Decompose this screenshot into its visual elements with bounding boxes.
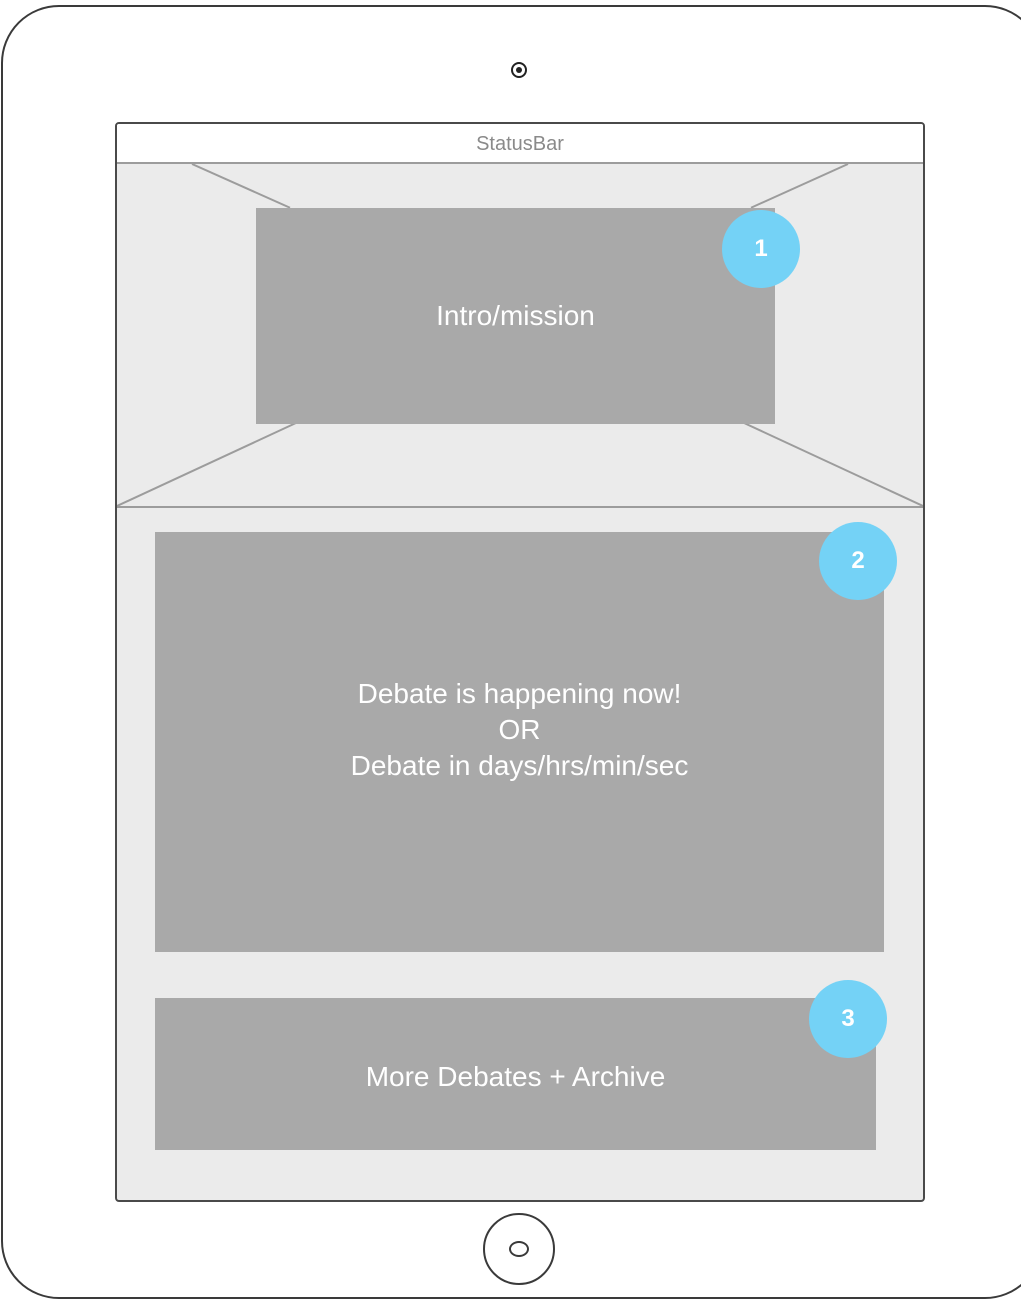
- camera-icon: [511, 62, 527, 78]
- debate-status-line-3: Debate in days/hrs/min/sec: [350, 750, 689, 781]
- more-debates-archive-label: More Debates + Archive: [365, 1061, 666, 1092]
- intro-mission-label: Intro/mission: [436, 300, 595, 331]
- home-button-icon[interactable]: [483, 1213, 555, 1285]
- intro-mission-block[interactable]: Intro/mission: [256, 208, 775, 424]
- more-debates-archive-block[interactable]: More Debates + Archive: [155, 998, 876, 1150]
- placeholder-line: [117, 421, 298, 506]
- annotation-badge-1: 1: [722, 210, 800, 288]
- placeholder-line: [191, 164, 291, 209]
- debate-status-block[interactable]: Debate is happening now! OR Debate in da…: [155, 532, 884, 952]
- status-bar: StatusBar: [117, 124, 923, 164]
- placeholder-line: [750, 164, 849, 209]
- placeholder-line: [742, 421, 923, 506]
- tablet-screen: StatusBar Intro/mission 1 Debate is happ…: [115, 122, 925, 1202]
- annotation-badge-3: 3: [809, 980, 887, 1058]
- annotation-badge-2: 2: [819, 522, 897, 600]
- debate-status-line-2: OR: [498, 714, 541, 745]
- debate-status-line-1: Debate is happening now!: [357, 678, 682, 709]
